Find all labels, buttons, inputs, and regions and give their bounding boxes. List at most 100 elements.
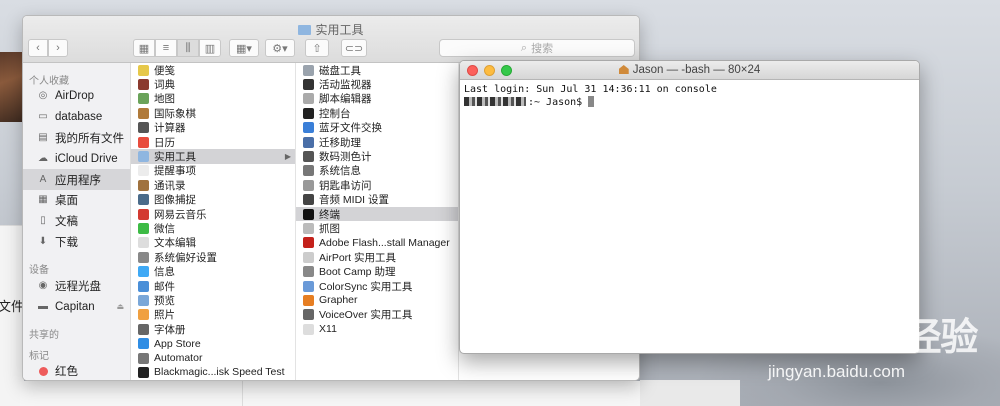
sidebar-item-label: Capitan <box>55 300 95 313</box>
eject-icon[interactable]: ⏏ <box>116 302 124 311</box>
terminal-window[interactable]: Jason — -bash — 80×24 Last login: Sun Ju… <box>459 60 920 354</box>
list-item[interactable]: 文本编辑 <box>131 236 295 250</box>
list-item[interactable]: 实用工具 ▶ <box>131 149 295 164</box>
desktop-icon: ▦ <box>38 194 48 206</box>
finder-titlebar[interactable]: 实用工具 ‹ › ▦ ≡ ⫼ ▥ ▦▾ ⚙▾ ⇧ ⊂⊃ ⌕ 搜索 <box>23 16 639 63</box>
list-item[interactable]: 活动监视器 <box>296 77 458 91</box>
app-icon <box>303 237 314 249</box>
tag-button[interactable]: ⊂⊃ <box>341 39 367 57</box>
gear-icon: ⚙▾ <box>272 42 288 55</box>
list-view-button[interactable]: ≡ <box>155 39 177 57</box>
forward-button[interactable]: › <box>48 39 68 57</box>
list-item[interactable]: 网易云音乐 <box>131 207 295 221</box>
list-item[interactable]: ColorSync 实用工具 <box>296 279 458 293</box>
list-item-label: 抓图 <box>319 223 340 235</box>
back-button[interactable]: ‹ <box>28 39 48 57</box>
list-item[interactable]: 钥匙串访问 <box>296 178 458 192</box>
list-item[interactable]: 图像捕捉 <box>131 193 295 207</box>
list-item[interactable]: 预览 <box>131 293 295 307</box>
list-item[interactable]: X11 <box>296 322 458 336</box>
sidebar-item-favorites-2[interactable]: ▤ 我的所有文件 <box>23 128 130 149</box>
sidebar-item-favorites-7[interactable]: ⬇ 下载 <box>23 232 130 253</box>
list-item[interactable]: AirPort 实用工具 <box>296 250 458 264</box>
sidebar-item-favorites-3[interactable]: ☁ iCloud Drive <box>23 148 130 169</box>
list-item-label: 钥匙串访问 <box>319 179 372 192</box>
list-item-label: 照片 <box>154 309 175 322</box>
list-item-label: 国际象棋 <box>154 107 196 120</box>
list-item[interactable]: VoiceOver 实用工具 <box>296 308 458 322</box>
list-item[interactable]: Boot Camp 助理 <box>296 264 458 278</box>
shared-heading: 共享的 <box>29 329 59 341</box>
desktop-photo-thumbnail <box>0 52 24 122</box>
sidebar-item-devices-1[interactable]: ▬ Capitan ⏏ <box>23 296 130 317</box>
list-item-label: 词典 <box>154 79 175 92</box>
list-item[interactable]: 邮件 <box>131 279 295 293</box>
sidebar-item-tags-0[interactable]: 红色 <box>23 361 130 380</box>
terminal-titlebar[interactable]: Jason — -bash — 80×24 <box>460 61 919 80</box>
list-item[interactable]: 字体册 <box>131 322 295 336</box>
list-item[interactable]: 音频 MIDI 设置 <box>296 193 458 207</box>
sidebar-item-devices-0[interactable]: ◉ 远程光盘 <box>23 275 130 296</box>
columns-icon: ⫼ <box>185 41 191 54</box>
icon-view-button[interactable]: ▦ <box>133 39 155 57</box>
list-item-label: 计算器 <box>154 122 186 135</box>
list-item[interactable]: 控制台 <box>296 106 458 120</box>
list-item[interactable]: Blackmagic...isk Speed Test <box>131 365 295 379</box>
list-item[interactable]: 系统偏好设置 <box>131 250 295 264</box>
terminal-content[interactable]: Last login: Sun Jul 31 14:36:11 on conso… <box>460 80 919 112</box>
list-item[interactable]: 抓图 <box>296 221 458 235</box>
list-item[interactable]: 词典 <box>131 77 295 91</box>
list-item[interactable]: 便笺 <box>131 63 295 77</box>
action-button[interactable]: ⚙▾ <box>265 39 295 57</box>
folder-icon <box>298 25 312 35</box>
column-view-button[interactable]: ⫼ <box>177 39 199 57</box>
list-item[interactable]: 迁移助理 <box>296 135 458 149</box>
app-icon <box>138 122 149 134</box>
disc-icon: ◉ <box>38 279 48 291</box>
list-item-label: Boot Camp 助理 <box>319 266 396 279</box>
sidebar-item-favorites-5[interactable]: ▦ 桌面 <box>23 190 130 211</box>
list-item[interactable]: 地图 <box>131 92 295 106</box>
list-item-label: 信息 <box>154 266 175 279</box>
prompt-text: :~ Jason$ <box>528 97 589 108</box>
terminal-title: Jason — -bash — 80×24 <box>460 64 919 76</box>
sidebar-item-favorites-6[interactable]: ▯ 文稿 <box>23 211 130 232</box>
list-item[interactable]: 照片 <box>131 308 295 322</box>
documents-icon: ▯ <box>40 215 46 227</box>
list-item[interactable]: 脚本编辑器 <box>296 92 458 106</box>
list-item[interactable]: 国际象棋 <box>131 106 295 120</box>
share-icon: ⇧ <box>312 42 322 55</box>
list-item[interactable]: 提醒事项 <box>131 164 295 178</box>
redacted-hostname <box>464 97 526 106</box>
coverflow-view-button[interactable]: ▥ <box>199 39 221 57</box>
list-item[interactable]: App Store <box>131 336 295 350</box>
sidebar-item-favorites-4[interactable]: A 应用程序 <box>23 169 130 190</box>
list-item[interactable]: 信息 <box>131 264 295 278</box>
list-item[interactable]: 蓝牙文件交换 <box>296 121 458 135</box>
list-item[interactable]: 终端 <box>296 206 458 222</box>
group-button[interactable]: ▦▾ <box>229 39 259 57</box>
list-item[interactable]: Grapher <box>296 293 458 307</box>
list-item-label: 音频 MIDI 设置 <box>319 194 389 207</box>
list-item[interactable]: Automator <box>131 351 295 365</box>
app-icon <box>138 222 149 234</box>
list-item[interactable]: 日历 <box>131 135 295 149</box>
search-field[interactable]: ⌕ 搜索 <box>439 39 635 57</box>
list-item[interactable]: 微信 <box>131 221 295 235</box>
list-item[interactable]: 系统信息 <box>296 164 458 178</box>
tag-icon: ⊂⊃ <box>344 42 364 55</box>
list-item-label: 便笺 <box>154 64 175 77</box>
app-icon <box>138 352 149 364</box>
devices-heading: 设备 <box>29 265 49 277</box>
list-item[interactable]: 计算器 <box>131 121 295 135</box>
share-button[interactable]: ⇧ <box>305 39 329 57</box>
list-item[interactable]: Adobe Flash...stall Manager <box>296 236 458 250</box>
app-icon <box>303 151 314 163</box>
sidebar-item-favorites-1[interactable]: ▭ database <box>23 107 130 128</box>
sidebar-item-favorites-0[interactable]: ◎ AirDrop <box>23 86 130 107</box>
list-item[interactable]: 数码测色计 <box>296 149 458 163</box>
list-item[interactable]: 磁盘工具 <box>296 63 458 77</box>
desktop-document-window <box>0 225 24 406</box>
list-item[interactable]: 通讯录 <box>131 178 295 192</box>
list-item-label: 提醒事项 <box>154 165 196 178</box>
